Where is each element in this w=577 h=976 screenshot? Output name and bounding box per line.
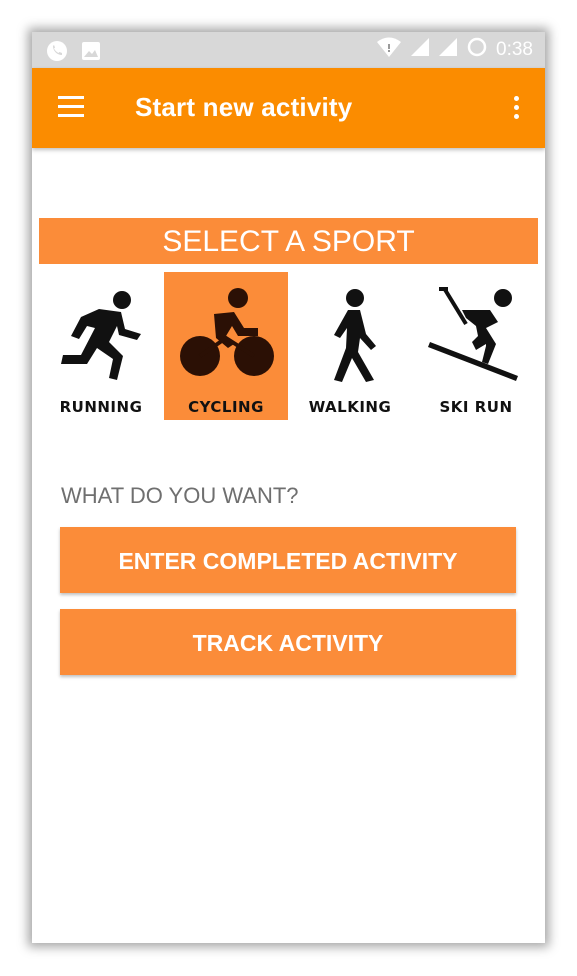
- phone-icon: [46, 40, 68, 67]
- image-icon: [80, 40, 102, 67]
- sport-label: CYCLING: [188, 398, 264, 416]
- sport-option-ski-run[interactable]: SKI RUN: [414, 272, 538, 420]
- sport-option-cycling[interactable]: CYCLING: [164, 272, 288, 420]
- hamburger-menu-icon[interactable]: [58, 96, 86, 118]
- status-bar: 0:38: [32, 32, 545, 68]
- page-title: Start new activity: [135, 92, 353, 122]
- sport-label: SKI RUN: [439, 398, 513, 416]
- signal-icon: [410, 37, 430, 63]
- cycling-icon: [180, 288, 274, 376]
- status-icons: 0:38: [376, 36, 533, 64]
- phone-screen: 0:38 Start new activity SELECT A SPORT R…: [32, 32, 545, 943]
- running-icon: [61, 291, 141, 380]
- sync-icon: [466, 36, 488, 64]
- sport-option-walking[interactable]: WALKING: [288, 272, 412, 420]
- select-sport-header: SELECT A SPORT: [39, 218, 538, 264]
- sport-label: RUNNING: [59, 398, 143, 416]
- wifi-icon: [376, 37, 402, 63]
- track-activity-button[interactable]: TRACK ACTIVITY: [60, 609, 516, 675]
- question-label: WHAT DO YOU WANT?: [61, 483, 299, 508]
- status-time: 0:38: [496, 39, 533, 60]
- walking-icon: [334, 289, 376, 382]
- app-bar: Start new activity: [32, 68, 545, 148]
- signal-icon: [438, 37, 458, 63]
- skiing-icon: [428, 286, 518, 381]
- sport-label: WALKING: [308, 398, 392, 416]
- sport-option-running[interactable]: RUNNING: [39, 272, 163, 420]
- enter-completed-activity-button[interactable]: ENTER COMPLETED ACTIVITY: [60, 527, 516, 593]
- more-vertical-icon[interactable]: [511, 96, 521, 122]
